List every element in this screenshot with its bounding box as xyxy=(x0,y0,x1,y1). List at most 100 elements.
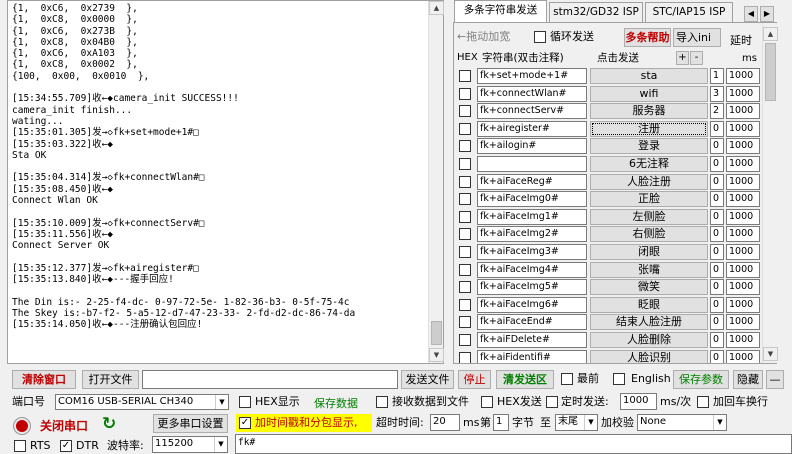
multi-help-button[interactable]: 多条帮助 xyxy=(624,28,671,47)
row-delay-input[interactable]: 1000 xyxy=(726,244,760,260)
row-send-button[interactable]: 人脸识别 xyxy=(590,349,708,363)
row-order-input[interactable]: 3 xyxy=(710,85,724,102)
row-hex-checkbox[interactable] xyxy=(459,210,471,223)
import-ini-button[interactable]: 导入ini xyxy=(673,28,721,47)
row-delay-input[interactable]: 1000 xyxy=(726,120,760,137)
tab-stm32-isp[interactable]: stm32/GD32 ISP xyxy=(549,2,643,22)
row-send-button[interactable]: sta xyxy=(590,68,708,84)
hex-display-checkbox[interactable] xyxy=(239,396,251,408)
row-string-input[interactable]: fk+connectServ# xyxy=(477,103,587,120)
more-port-settings-button[interactable]: 更多串口设置 xyxy=(153,414,228,433)
row-delay-input[interactable]: 1000 xyxy=(726,68,760,84)
loop-send-checkbox[interactable] xyxy=(534,31,546,43)
row-delay-input[interactable]: 1000 xyxy=(726,314,760,331)
row-send-button[interactable]: 眨眼 xyxy=(590,296,708,313)
row-send-button[interactable]: 闭眼 xyxy=(590,244,708,260)
tab-multi-string[interactable]: 多条字符串发送 xyxy=(454,0,547,23)
row-order-input[interactable]: 0 xyxy=(710,173,724,190)
row-string-input[interactable]: fk+aiFaceImg5# xyxy=(477,279,587,296)
row-hex-checkbox[interactable] xyxy=(459,316,471,329)
remove-row-button[interactable]: - xyxy=(690,51,703,65)
scroll-down-icon[interactable]: ▼ xyxy=(763,347,778,361)
row-send-button[interactable]: 注册 xyxy=(590,120,708,137)
row-send-button[interactable]: 右侧脸 xyxy=(590,226,708,243)
clear-send-area-button[interactable]: 清发送区 xyxy=(496,370,554,389)
row-send-button[interactable]: 微笑 xyxy=(590,279,708,296)
row-string-input[interactable]: fk+aiFaceEnd# xyxy=(477,314,587,331)
row-order-input[interactable]: 0 xyxy=(710,261,724,278)
clear-window-button[interactable]: 清除窗口 xyxy=(12,370,76,389)
row-string-input[interactable]: fk+aiFaceImg4# xyxy=(477,261,587,278)
scroll-up-icon[interactable]: ▲ xyxy=(763,27,778,41)
recv-to-file-checkbox[interactable] xyxy=(376,396,388,408)
row-string-input[interactable]: fk+aiFaceImg6# xyxy=(477,296,587,313)
row-send-button[interactable]: wifi xyxy=(590,85,708,102)
row-delay-input[interactable]: 1000 xyxy=(726,156,760,172)
hex-send-checkbox[interactable] xyxy=(481,396,493,408)
row-order-input[interactable]: 0 xyxy=(710,279,724,296)
row-string-input[interactable]: fk+ailogin# xyxy=(477,138,587,155)
port-select[interactable]: COM16 USB-SERIAL CH340 ▼ xyxy=(55,394,229,410)
row-order-input[interactable]: 1 xyxy=(710,68,724,84)
row-string-input[interactable]: fk+aiFaceImg2# xyxy=(477,226,587,243)
save-params-button[interactable]: 保存参数 xyxy=(673,370,729,389)
row-hex-checkbox[interactable] xyxy=(459,263,471,276)
row-send-button[interactable]: 结束人脸注册 xyxy=(590,314,708,331)
open-file-button[interactable]: 打开文件 xyxy=(82,370,139,389)
row-delay-input[interactable]: 1000 xyxy=(726,349,760,363)
drag-widen-label[interactable]: ←拖动加宽 xyxy=(457,29,510,45)
row-delay-input[interactable]: 1000 xyxy=(726,261,760,278)
send-file-button[interactable]: 发送文件 xyxy=(401,370,454,389)
row-delay-input[interactable]: 1000 xyxy=(726,296,760,313)
receive-log-area[interactable]: {1, 0xC6, 0x2739 }, {1, 0xC8, 0x0000 }, {1… xyxy=(7,0,444,364)
timestamp-checkbox[interactable]: ✓ xyxy=(239,417,251,429)
row-hex-checkbox[interactable] xyxy=(459,70,471,82)
row-order-input[interactable]: 2 xyxy=(710,103,724,120)
row-order-input[interactable]: 0 xyxy=(710,332,724,348)
scroll-down-icon[interactable]: ▼ xyxy=(429,348,444,362)
row-string-input[interactable]: fk+aiFaceImg1# xyxy=(477,208,587,225)
scroll-thumb[interactable] xyxy=(431,321,442,345)
end-select[interactable]: 末尾 ▼ xyxy=(555,414,598,431)
row-order-input[interactable]: 0 xyxy=(710,208,724,225)
row-delay-input[interactable]: 1000 xyxy=(726,173,760,190)
file-path-input[interactable] xyxy=(142,370,398,389)
row-string-input[interactable]: fk+connectWlan# xyxy=(477,85,587,102)
tab-scroll-right-icon[interactable]: ▶ xyxy=(760,6,774,22)
row-delay-input[interactable]: 1000 xyxy=(726,103,760,120)
row-send-button[interactable]: 6无注释 xyxy=(590,156,708,172)
row-order-input[interactable]: 0 xyxy=(710,244,724,260)
timeout-input[interactable]: 20 xyxy=(430,414,460,431)
row-hex-checkbox[interactable] xyxy=(459,334,471,346)
save-data-button[interactable]: 保存数据 xyxy=(314,396,358,412)
row-delay-input[interactable]: 1000 xyxy=(726,226,760,243)
checksum-select[interactable]: None ▼ xyxy=(637,414,727,431)
dtr-checkbox[interactable]: ✓ xyxy=(60,440,72,452)
log-scrollbar[interactable]: ▲ ▼ xyxy=(428,1,444,363)
row-send-button[interactable]: 正脸 xyxy=(590,191,708,208)
row-send-button[interactable]: 服务器 xyxy=(590,103,708,120)
row-delay-input[interactable]: 1000 xyxy=(726,279,760,296)
row-hex-checkbox[interactable] xyxy=(459,281,471,294)
refresh-icon[interactable]: ↻ xyxy=(102,414,116,434)
row-string-input[interactable]: fk+aiFidentifi# xyxy=(477,349,587,363)
row-string-input[interactable]: fk+aiFaceImg3# xyxy=(477,244,587,260)
row-delay-input[interactable]: 1000 xyxy=(726,208,760,225)
row-hex-checkbox[interactable] xyxy=(459,158,471,170)
row-order-input[interactable]: 0 xyxy=(710,191,724,208)
row-hex-checkbox[interactable] xyxy=(459,140,471,153)
row-string-input[interactable]: fk+set+mode+1# xyxy=(477,68,587,84)
stop-button[interactable]: 停止 xyxy=(458,370,491,389)
row-hex-checkbox[interactable] xyxy=(459,105,471,118)
row-hex-checkbox[interactable] xyxy=(459,175,471,188)
rts-checkbox[interactable] xyxy=(14,440,26,452)
row-string-input[interactable] xyxy=(477,156,587,172)
row-delay-input[interactable]: 1000 xyxy=(726,85,760,102)
scroll-thumb[interactable] xyxy=(765,43,776,101)
row-order-input[interactable]: 0 xyxy=(710,156,724,172)
panel-scrollbar[interactable]: ▲ ▼ xyxy=(762,23,778,363)
row-string-input[interactable]: fk+airegister# xyxy=(477,120,587,137)
row-delay-input[interactable]: 1000 xyxy=(726,138,760,155)
row-string-input[interactable]: fk+aiFaceReg# xyxy=(477,173,587,190)
row-order-input[interactable]: 0 xyxy=(710,138,724,155)
